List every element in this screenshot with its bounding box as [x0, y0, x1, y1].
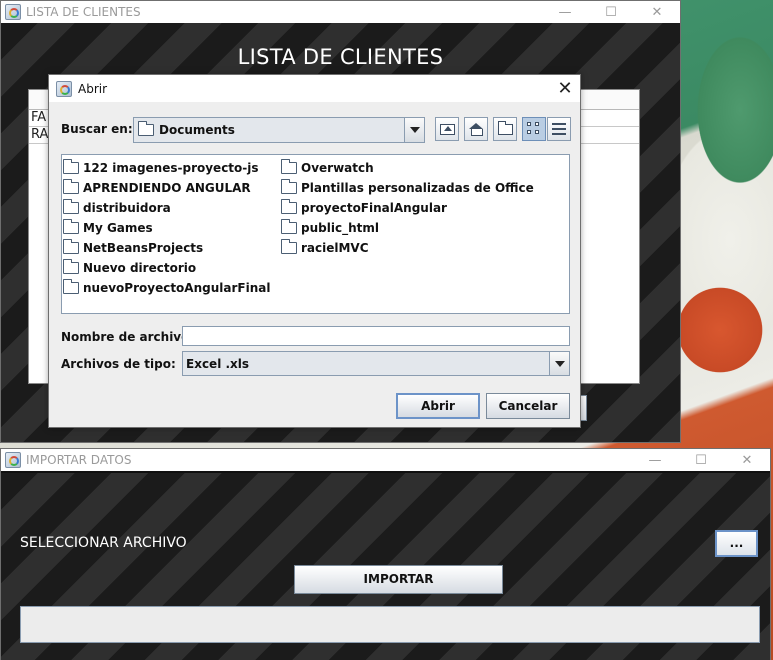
file-list-item[interactable]: nuevoProyectoAngularFinal [63, 278, 270, 298]
file-list-item-label: Overwatch [301, 161, 374, 175]
file-list-item-label: Plantillas personalizadas de Office [301, 181, 534, 195]
file-list-item-label: nuevoProyectoAngularFinal [83, 281, 271, 295]
file-list-column-2: Overwatch Plantillas personalizadas de Of… [281, 158, 534, 258]
file-list-item-label: NetBeansProjects [83, 241, 204, 255]
open-button[interactable]: Abrir [396, 393, 480, 419]
folder-icon [63, 199, 79, 214]
home-icon [469, 123, 483, 136]
open-dialog-titlebar[interactable]: Abrir ✕ [49, 75, 580, 102]
folder-icon [281, 179, 297, 194]
file-list-item[interactable]: proyectoFinalAngular [281, 198, 534, 218]
file-list-item-label: Nuevo directorio [83, 261, 197, 275]
list-view-button[interactable] [522, 117, 546, 141]
file-list-item[interactable]: racielMVC [281, 238, 534, 258]
folder-icon [63, 219, 79, 234]
look-in-label-text: Buscar en: [61, 122, 133, 136]
import-button[interactable]: IMPORTAR [294, 565, 503, 594]
file-list-item-label: public_html [301, 221, 379, 235]
file-list-item[interactable]: NetBeansProjects [63, 238, 270, 258]
file-list-item[interactable]: Plantillas personalizadas de Office [281, 178, 534, 198]
file-name-label: Nombre de archivo: [61, 330, 195, 344]
file-type-combo[interactable]: Excel .xls [182, 351, 570, 376]
details-view-icon [552, 122, 566, 136]
file-list[interactable]: 122 imagenes-proyecto-js APRENDIENDO ANGU… [61, 154, 570, 314]
chevron-down-icon[interactable] [549, 352, 569, 375]
file-list-item-label: My Games [83, 221, 153, 235]
file-list-item[interactable]: Overwatch [281, 158, 534, 178]
file-list-item-label: racielMVC [301, 241, 369, 255]
minimize-button[interactable]: — [542, 1, 588, 23]
folder-icon [138, 121, 154, 136]
file-type-value: Excel .xls [186, 357, 250, 371]
file-name-input[interactable] [182, 326, 570, 346]
java-app-icon [5, 452, 21, 468]
new-folder-icon [497, 120, 513, 135]
up-one-level-button[interactable] [435, 117, 459, 141]
cancel-button[interactable]: Cancelar [486, 393, 570, 419]
home-button[interactable] [464, 117, 488, 141]
minimize-button[interactable]: — [632, 449, 678, 471]
import-progress-bar [20, 606, 760, 643]
file-type-label: Archivos de tipo: [61, 357, 176, 371]
file-list-item[interactable]: APRENDIENDO ANGULAR [63, 178, 270, 198]
details-view-button[interactable] [547, 117, 571, 141]
folder-icon [281, 239, 297, 254]
file-list-column-1: 122 imagenes-proyecto-js APRENDIENDO ANGU… [63, 158, 270, 298]
file-list-item[interactable]: My Games [63, 218, 270, 238]
lista-clientes-window-title: LISTA DE CLIENTES [26, 5, 141, 19]
close-button[interactable]: ✕ [724, 449, 770, 471]
select-file-label: SELECCIONAR ARCHIVO [20, 535, 187, 551]
importar-datos-content: SELECCIONAR ARCHIVO ... IMPORTAR [1, 473, 770, 660]
look-in-label: Buscar en: [61, 122, 133, 136]
folder-icon [63, 239, 79, 254]
file-list-item[interactable]: Nuevo directorio [63, 258, 270, 278]
maximize-button[interactable]: ☐ [678, 449, 724, 471]
folder-icon [281, 159, 297, 174]
list-view-icon [527, 122, 541, 136]
lista-clientes-titlebar[interactable]: LISTA DE CLIENTES — ☐ ✕ [1, 1, 680, 23]
file-list-item-label: proyectoFinalAngular [301, 201, 447, 215]
folder-icon [63, 259, 79, 274]
folder-icon [281, 199, 297, 214]
open-dialog-title: Abrir [78, 81, 108, 96]
browse-button[interactable]: ... [715, 530, 758, 557]
folder-icon [63, 179, 79, 194]
importar-datos-window-title: IMPORTAR DATOS [26, 453, 132, 467]
importar-datos-titlebar[interactable]: IMPORTAR DATOS — ☐ ✕ [1, 449, 770, 471]
java-app-icon [5, 4, 21, 20]
file-list-item[interactable]: public_html [281, 218, 534, 238]
file-list-item-label: distribuidora [83, 201, 171, 215]
open-file-dialog: Abrir ✕ Buscar en: Documents 122 imagene… [48, 74, 581, 428]
file-list-item[interactable]: 122 imagenes-proyecto-js [63, 158, 270, 178]
look-in-value: Documents [159, 123, 235, 137]
file-list-item[interactable]: distribuidora [63, 198, 270, 218]
folder-icon [63, 159, 79, 174]
maximize-button[interactable]: ☐ [588, 1, 634, 23]
look-in-combo[interactable]: Documents [133, 117, 425, 143]
chevron-down-icon[interactable] [404, 118, 424, 142]
folder-icon [63, 279, 79, 294]
java-app-icon [56, 80, 72, 97]
file-list-item-label: 122 imagenes-proyecto-js [83, 161, 259, 175]
up-folder-icon [439, 123, 455, 135]
new-folder-button[interactable] [493, 117, 517, 141]
close-button[interactable]: ✕ [634, 1, 680, 23]
importar-datos-window: IMPORTAR DATOS — ☐ ✕ SELECCIONAR ARCHIVO… [0, 448, 771, 660]
file-list-item-label: APRENDIENDO ANGULAR [83, 181, 251, 195]
close-icon[interactable]: ✕ [550, 78, 580, 99]
folder-icon [281, 219, 297, 234]
lista-clientes-heading: LISTA DE CLIENTES [237, 45, 444, 69]
